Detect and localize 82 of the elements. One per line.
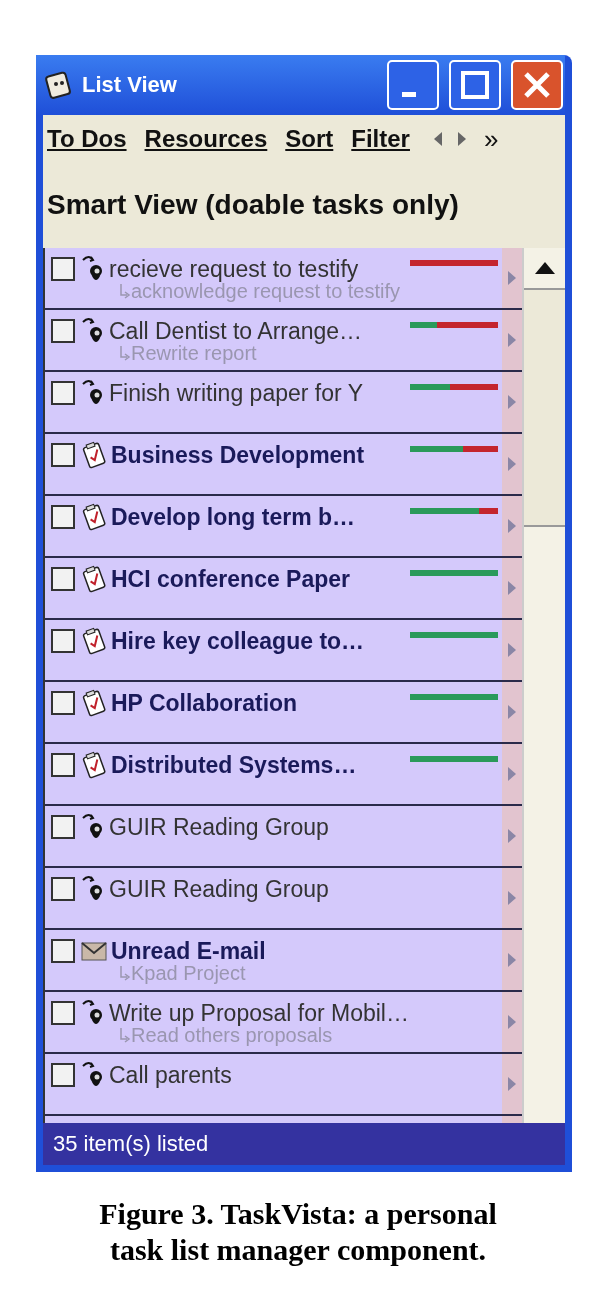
checkbox[interactable] <box>51 691 75 715</box>
subtask-arrow-icon <box>119 1027 131 1044</box>
right-triangle-icon <box>508 581 517 595</box>
window-title: List View <box>82 72 178 98</box>
scroll-up-icon[interactable] <box>534 262 555 274</box>
status-bar: 35 item(s) listed <box>43 1123 565 1165</box>
right-triangle-icon <box>508 829 517 843</box>
task-title: recieve request to testify <box>109 255 360 283</box>
task-title: Business Development <box>111 441 366 469</box>
task-title: Call parents <box>109 1061 233 1089</box>
checkbox[interactable] <box>51 319 75 343</box>
minimize-icon <box>402 91 416 97</box>
scrollbar[interactable] <box>522 248 565 1123</box>
task-title: Hire key colleague to… <box>111 627 366 655</box>
task-row[interactable]: Develop long term b… <box>45 496 523 558</box>
task-title: GUIR Reading Group <box>109 813 330 841</box>
task-row[interactable]: HCI conference Paper <box>45 558 523 620</box>
figure-caption: Figure 3. TaskVista: a personal task list manager component. <box>98 1196 498 1268</box>
task-row[interactable]: GUIR Reading Group <box>45 806 523 868</box>
view-title: Smart View (doable tasks only) <box>46 188 460 222</box>
checkbox[interactable] <box>51 939 75 963</box>
right-triangle-icon <box>508 271 517 285</box>
minimize-button[interactable] <box>387 60 439 110</box>
more-menu-button[interactable]: » <box>483 123 499 155</box>
right-triangle-icon <box>508 1015 517 1029</box>
task-title: Distributed Systems… <box>111 751 358 779</box>
task-title: Write up Proposal for Mobil… <box>109 999 410 1027</box>
task-row[interactable]: Call parents <box>45 1054 523 1116</box>
right-triangle-icon <box>508 643 517 657</box>
subtask-text: Rewrite report <box>131 342 257 365</box>
right-triangle-icon <box>508 1077 517 1091</box>
task-row[interactable]: GUIR Reading Group <box>45 868 523 930</box>
close-button[interactable] <box>511 60 563 110</box>
task-row[interactable]: recieve request to testify acknowledge request to testify <box>45 248 523 310</box>
task-row[interactable]: Write up Proposal for Mobil… Read others proposals <box>45 992 523 1054</box>
task-row[interactable]: Unread E-mail Kpad Project <box>45 930 523 992</box>
checkbox[interactable] <box>51 567 75 591</box>
maximize-button[interactable] <box>449 60 501 110</box>
envelope-icon <box>81 940 107 962</box>
checkbox[interactable] <box>51 1001 75 1025</box>
checkbox[interactable] <box>51 815 75 839</box>
subtask-arrow-icon <box>119 283 131 300</box>
subtask-text: Kpad Project <box>131 962 246 985</box>
checkbox[interactable] <box>51 257 75 281</box>
task-title: Develop long term b… <box>111 503 357 531</box>
checkbox[interactable] <box>51 1063 75 1087</box>
checkbox[interactable] <box>51 629 75 653</box>
menu-link[interactable]: Filter <box>351 125 410 153</box>
maximize-icon <box>460 70 490 100</box>
checkbox[interactable] <box>51 753 75 777</box>
menu-link[interactable]: Resources <box>144 125 268 153</box>
task-title: Finish writing paper for Y <box>109 379 364 407</box>
task-row[interactable]: Distributed Systems… <box>45 744 523 806</box>
menu-link[interactable]: Sort <box>285 125 334 153</box>
checkbox[interactable] <box>51 505 75 529</box>
task-row[interactable]: Call Dentist to Arrange… Rewrite report <box>45 310 523 372</box>
close-icon <box>522 70 552 100</box>
right-triangle-icon <box>508 891 517 905</box>
subtask-arrow-icon <box>119 965 131 982</box>
menu-link[interactable]: To Dos <box>47 125 127 153</box>
checkbox[interactable] <box>51 381 75 405</box>
task-row[interactable]: Finish writing paper for Y <box>45 372 523 434</box>
task-row[interactable]: Hire key colleague to… <box>45 620 523 682</box>
right-triangle-icon <box>508 953 517 967</box>
task-title: Unread E-mail <box>111 937 267 965</box>
right-triangle-icon <box>508 395 517 409</box>
right-triangle-icon <box>508 457 517 471</box>
right-triangle-icon <box>508 333 517 347</box>
right-triangle-icon <box>508 519 517 533</box>
task-row[interactable]: HP Collaboration <box>45 682 523 744</box>
checkbox[interactable] <box>51 877 75 901</box>
left-arrow-icon[interactable] <box>433 132 442 146</box>
task-title: HCI conference Paper <box>111 565 352 593</box>
task-title: GUIR Reading Group <box>109 875 330 903</box>
task-title: HP Collaboration <box>111 689 299 717</box>
task-title: Call Dentist to Arrange… <box>109 317 364 345</box>
checkbox[interactable] <box>51 443 75 467</box>
right-triangle-icon <box>508 767 517 781</box>
right-triangle-icon <box>508 705 517 719</box>
task-row[interactable]: Business Development <box>45 434 523 496</box>
right-arrow-icon[interactable] <box>457 132 466 146</box>
subtask-arrow-icon <box>119 345 131 362</box>
